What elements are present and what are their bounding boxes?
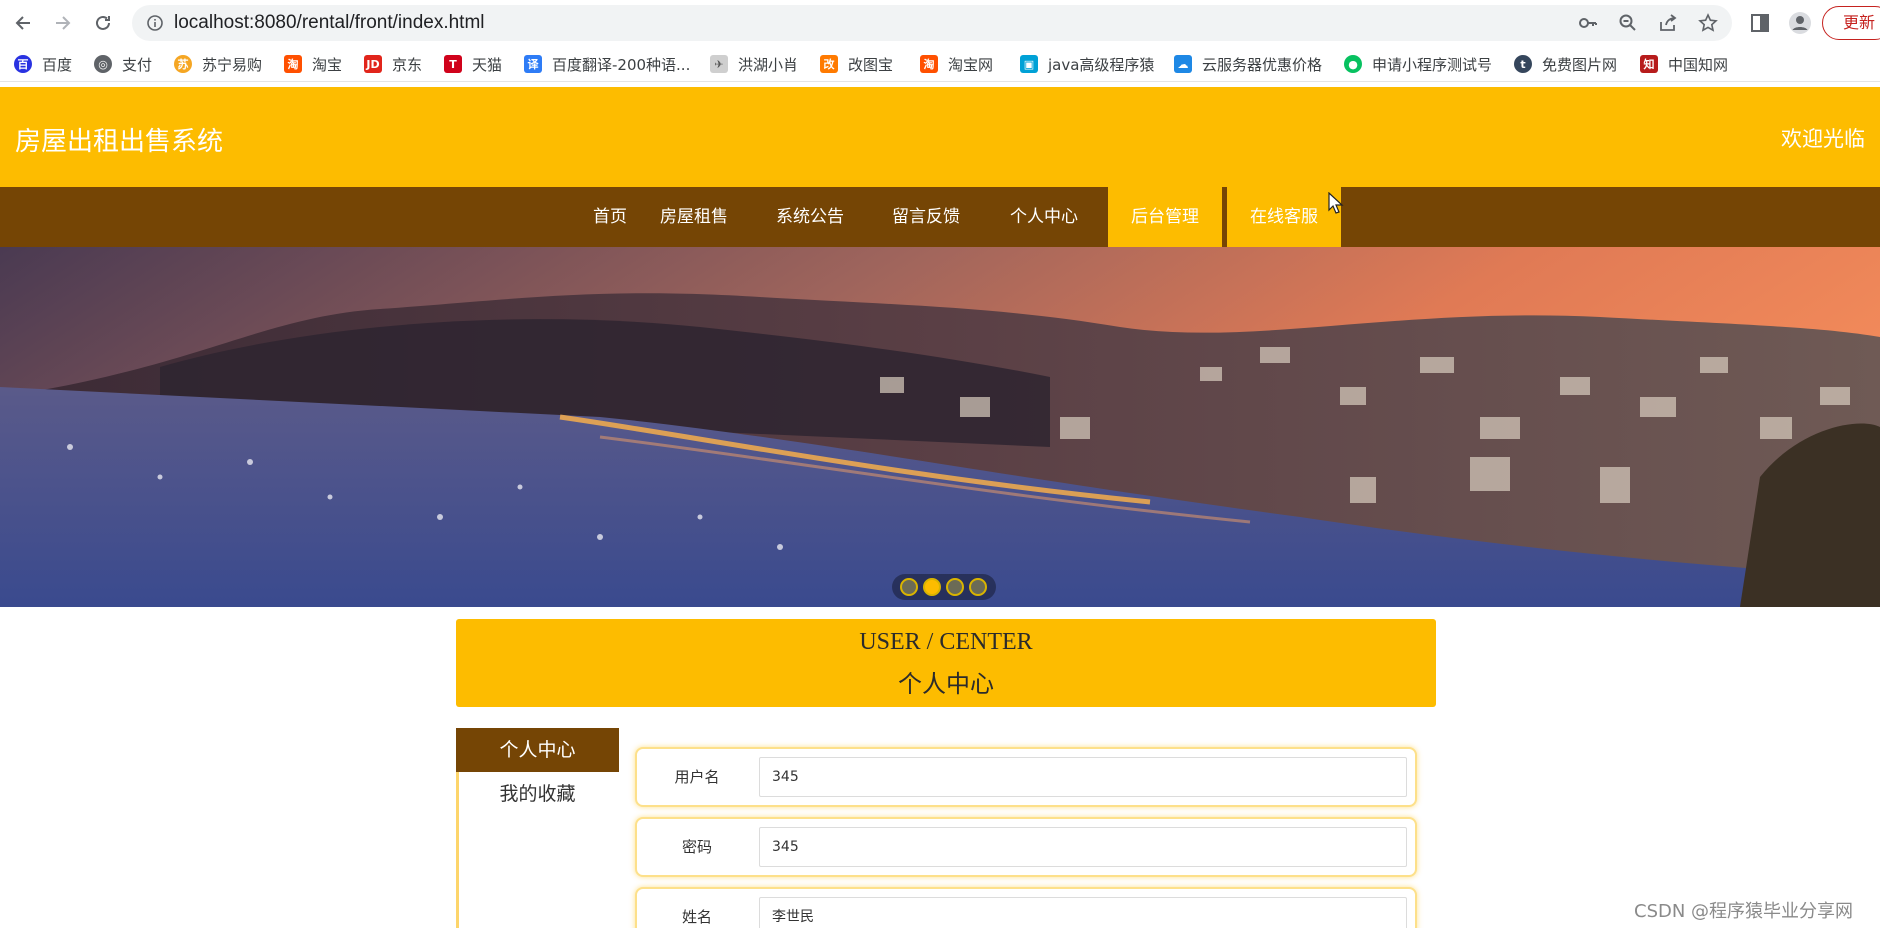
- bookmark-honghu[interactable]: ✈ 洪湖小肖: [710, 54, 798, 74]
- user-side-menu: 个人中心 我的收藏: [456, 728, 619, 928]
- bookmark-gaitubao[interactable]: 改改图宝: [820, 54, 893, 74]
- nav-admin[interactable]: 后台管理: [1108, 187, 1222, 247]
- bookmark-cnki[interactable]: 知中国知网: [1640, 54, 1728, 74]
- site-header: 房屋出租出售系统 欢迎光临: [0, 87, 1880, 187]
- back-arrow-icon[interactable]: [9, 9, 37, 37]
- taobao-icon: 淘: [920, 55, 938, 73]
- info-icon[interactable]: [146, 14, 164, 32]
- bookmark-zhifu[interactable]: ◎ 支付: [94, 54, 152, 74]
- address-bar[interactable]: localhost:8080/rental/front/index.html: [132, 5, 1732, 41]
- carousel-dot-3[interactable]: [946, 578, 964, 596]
- suning-icon: 苏: [174, 55, 192, 73]
- side-item-favorites[interactable]: 我的收藏: [456, 772, 619, 816]
- bookmark-suning[interactable]: 苏苏宁易购: [174, 54, 262, 74]
- cnki-icon: 知: [1640, 55, 1658, 73]
- star-icon[interactable]: [1698, 13, 1718, 33]
- tumblr-icon: t: [1514, 55, 1532, 73]
- baidu-icon: 百: [14, 55, 32, 73]
- form-row-name: 姓名 李世民: [635, 887, 1417, 928]
- sidepanel-icon[interactable]: [1748, 11, 1772, 35]
- user-center-title-cn: 个人中心: [898, 670, 994, 698]
- nav-feedback[interactable]: 留言反馈: [884, 187, 968, 247]
- name-input[interactable]: 李世民: [759, 897, 1407, 928]
- gaitubao-icon: 改: [820, 55, 838, 73]
- site-title: 房屋出租出售系统: [15, 127, 224, 157]
- update-button[interactable]: 更新: [1822, 6, 1880, 40]
- bookmark-jd[interactable]: JD 京东: [364, 54, 422, 74]
- forward-arrow-icon[interactable]: [49, 9, 77, 37]
- carousel-dot-1[interactable]: [900, 578, 918, 596]
- password-input[interactable]: 345: [759, 827, 1407, 867]
- bookmark-free-images[interactable]: t 免费图片网: [1514, 54, 1617, 74]
- banner-carousel: [0, 247, 1880, 607]
- reload-icon[interactable]: [89, 9, 117, 37]
- carousel-indicators: [892, 574, 996, 600]
- url-text[interactable]: localhost:8080/rental/front/index.html: [174, 5, 485, 41]
- carousel-dot-4[interactable]: [969, 578, 987, 596]
- globe-icon: ◎: [94, 55, 112, 73]
- bookmark-baidu[interactable]: 百百度: [14, 54, 72, 74]
- tmall-icon: T: [444, 55, 462, 73]
- share-icon[interactable]: [1658, 13, 1678, 33]
- welcome-text: 欢迎光临: [1781, 127, 1865, 151]
- key-icon[interactable]: [1578, 13, 1598, 33]
- nav-home[interactable]: 首页: [564, 187, 656, 247]
- cloud-icon: ☁: [1174, 55, 1192, 73]
- bookmark-java[interactable]: ▣ java高级程序猿: [1020, 54, 1154, 74]
- nav-online-service[interactable]: 在线客服: [1227, 187, 1341, 247]
- bookmarks-bar: 百百度 ◎ 支付 苏苏宁易购 淘淘宝 JD 京东 T 天猫 译百度翻译-200种语..…: [0, 46, 1880, 82]
- main-nav: 首页 房屋租售 系统公告 留言反馈 个人中心 后台管理 在线客服: [0, 187, 1880, 247]
- bookmark-taobao[interactable]: 淘淘宝: [284, 54, 342, 74]
- side-item-user-center[interactable]: 个人中心: [456, 728, 619, 772]
- nav-user-center[interactable]: 个人中心: [1002, 187, 1086, 247]
- wechat-icon: ●: [1344, 55, 1362, 73]
- form-row-password: 密码 345: [635, 817, 1417, 877]
- bookmark-taobao-web[interactable]: 淘淘宝网: [920, 54, 993, 74]
- nav-house-rental[interactable]: 房屋租售: [652, 187, 736, 247]
- translate-icon: 译: [524, 55, 542, 73]
- bilibili-icon: ▣: [1020, 55, 1038, 73]
- nav-announcements[interactable]: 系统公告: [768, 187, 852, 247]
- form-row-username: 用户名 345: [635, 747, 1417, 807]
- bookmark-tmall[interactable]: T 天猫: [444, 54, 502, 74]
- user-center-title: USER / CENTER 个人中心: [456, 619, 1436, 707]
- jd-icon: JD: [364, 55, 382, 73]
- bookmark-baidu-translate[interactable]: 译百度翻译-200种语...: [524, 54, 690, 74]
- bookmark-wechat[interactable]: ● 申请小程序测试号: [1344, 54, 1492, 74]
- username-label: 用户名: [674, 768, 720, 786]
- wing-icon: ✈: [710, 55, 728, 73]
- watermark: CSDN @程序猿毕业分享网: [1634, 901, 1854, 922]
- banner-image: [0, 247, 1880, 607]
- taobao-icon: 淘: [284, 55, 302, 73]
- password-label: 密码: [681, 838, 712, 856]
- user-center-title-en: USER / CENTER: [859, 629, 1033, 655]
- bookmark-cloud[interactable]: ☁ 云服务器优惠价格: [1174, 54, 1322, 74]
- username-input[interactable]: 345: [759, 757, 1407, 797]
- profile-avatar-icon[interactable]: [1788, 11, 1812, 35]
- carousel-dot-2[interactable]: [923, 578, 941, 596]
- zoom-icon[interactable]: [1618, 13, 1638, 33]
- mouse-cursor-icon: [1328, 192, 1344, 214]
- browser-toolbar: localhost:8080/rental/front/index.html 更…: [0, 0, 1880, 46]
- name-label: 姓名: [681, 908, 712, 926]
